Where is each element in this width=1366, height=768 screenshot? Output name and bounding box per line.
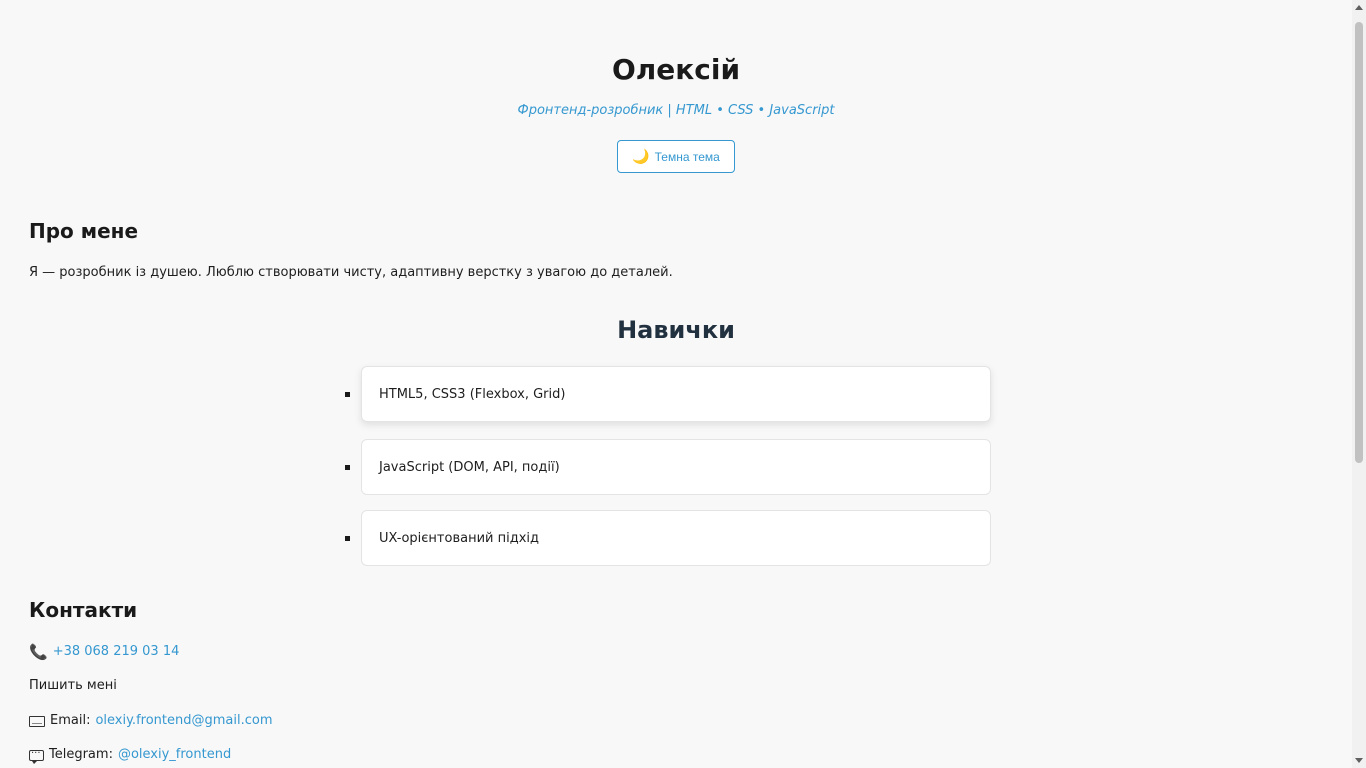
moon-icon: 🌙 (632, 148, 650, 164)
email-label: Email: (50, 713, 91, 728)
bullet-icon (345, 392, 350, 397)
about-title: Про мене (29, 219, 139, 243)
telegram-line: Telegram: @olexiy_frontend (29, 745, 231, 764)
bullet-icon (345, 536, 350, 541)
phone-link[interactable]: +38 068 219 03 14 (53, 643, 180, 661)
dark-theme-button-label: Темна тема (654, 149, 720, 164)
header: Олексій Фронтенд-розробник | HTML • CSS … (0, 0, 1352, 173)
phone-icon: 📞 (29, 643, 48, 661)
skill-item[interactable]: UX-орієнтований підхід (345, 510, 991, 566)
page-title: Олексій (611, 53, 741, 86)
vertical-scrollbar[interactable] (1352, 0, 1366, 768)
dark-theme-button[interactable]: 🌙 Темна тема (617, 140, 735, 173)
skill-label: JavaScript (DOM, API, події) (379, 459, 560, 475)
scrollbar-thumb[interactable] (1355, 22, 1363, 463)
skill-label: UX-орієнтований підхід (379, 530, 539, 546)
skill-item[interactable]: HTML5, CSS3 (Flexbox, Grid) (345, 366, 991, 422)
bullet-icon (345, 465, 350, 470)
telegram-label: Telegram: (49, 747, 113, 762)
skill-item[interactable]: JavaScript (DOM, API, події) (345, 439, 991, 495)
mail-icon (29, 715, 45, 727)
write-me-text: Пишить мені (29, 677, 117, 695)
write-me-label: Пишить мені (29, 678, 117, 693)
scroll-down-arrow-icon[interactable] (1355, 758, 1363, 763)
contacts-title: Контакти (29, 598, 138, 622)
email-link[interactable]: olexiy.frontend@gmail.com (95, 712, 272, 730)
skills-title: Навички (617, 316, 735, 344)
telegram-link[interactable]: @olexiy_frontend (118, 746, 231, 764)
subtitle: Фронтенд-розробник | HTML • CSS • JavaSc… (517, 103, 835, 118)
page: Олексій Фронтенд-розробник | HTML • CSS … (0, 0, 1352, 768)
chat-icon (29, 745, 44, 764)
email-line: Email: olexiy.frontend@gmail.com (29, 712, 272, 730)
skill-label: HTML5, CSS3 (Flexbox, Grid) (379, 386, 566, 402)
scroll-up-arrow-icon[interactable] (1355, 5, 1363, 10)
about-text: Я — розробник із душею. Люблю створювати… (29, 265, 673, 280)
phone-line: 📞 +38 068 219 03 14 (29, 643, 179, 661)
